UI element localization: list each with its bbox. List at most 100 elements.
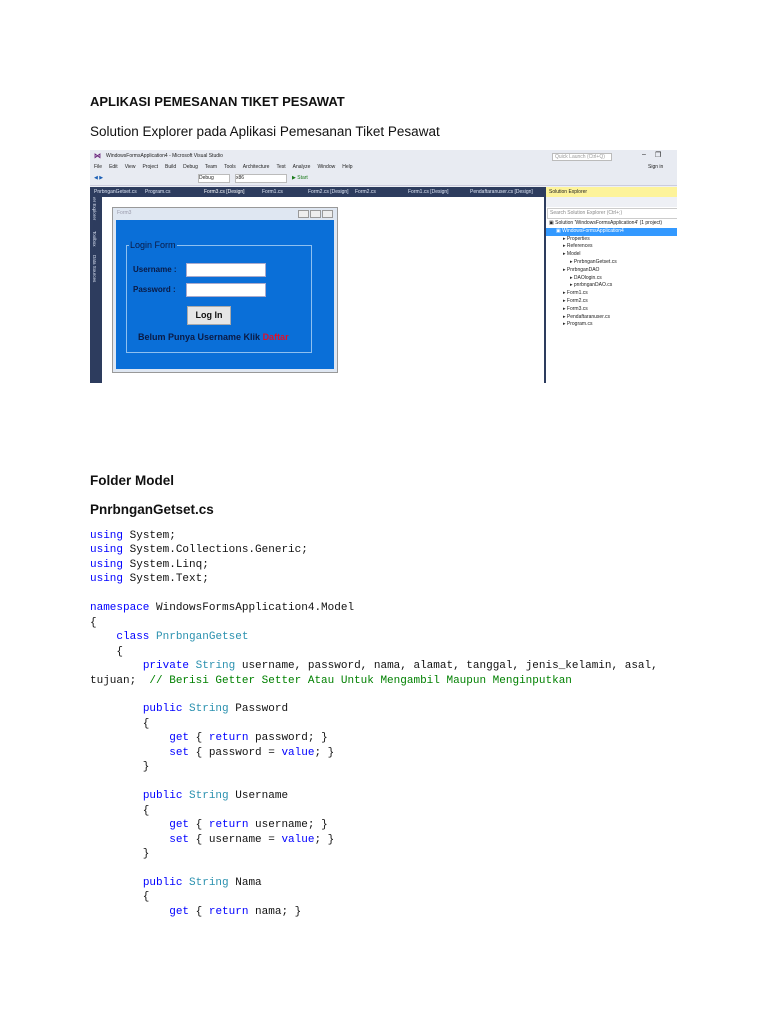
code-line: using System.Text; — [90, 572, 658, 586]
code-token: namespace — [90, 602, 150, 615]
document-tab[interactable]: Program.cs — [145, 189, 171, 195]
document-tab[interactable]: Form2.cs — [355, 189, 376, 195]
tree-item-label: PnrbnganGetset.cs — [573, 258, 617, 265]
code-line: get { return username; } — [90, 818, 658, 832]
code-token: String — [189, 876, 229, 889]
tree-item-label: Form2.cs — [566, 297, 588, 304]
tree-item[interactable]: ▸ Form1.cs — [546, 290, 677, 298]
code-token: Password — [228, 703, 289, 716]
menu-item[interactable]: Architecture — [243, 164, 270, 170]
tree-item[interactable]: ▸ Program.cs — [546, 321, 677, 329]
code-token: } — [90, 847, 150, 860]
sign-in-link[interactable]: Sign in — [648, 164, 663, 170]
code-token: using — [90, 530, 124, 542]
section-subtitle: Solution Explorer pada Aplikasi Pemesana… — [90, 124, 440, 139]
password-input[interactable] — [186, 283, 266, 297]
start-button[interactable]: ▶ Start — [292, 175, 308, 181]
solution-search-input[interactable]: Search Solution Explorer (Ctrl+;) — [547, 208, 677, 219]
code-token: String — [189, 790, 229, 803]
menu-item[interactable]: Project — [142, 164, 158, 170]
code-token: { — [90, 804, 150, 817]
config-select[interactable]: Debug — [198, 174, 230, 183]
document-tab[interactable]: Form3.cs [Design] — [204, 189, 245, 195]
tree-item-label: Form1.cs — [566, 290, 588, 297]
code-token: password; } — [248, 732, 328, 745]
platform-select[interactable]: x86 — [235, 174, 287, 183]
code-line: { — [90, 616, 658, 630]
code-token: using — [90, 544, 124, 557]
username-input[interactable] — [186, 263, 266, 277]
code-token: class — [116, 631, 150, 644]
tree-item[interactable]: ▸ Form3.cs — [546, 306, 677, 314]
tree-item[interactable]: ▸ pnrbnganDAO.cs — [546, 282, 677, 290]
document-tab[interactable]: Pendaftaranuser.cs [Design] — [470, 189, 533, 195]
tree-item[interactable]: ▸ Form2.cs — [546, 298, 677, 306]
minimize-icon[interactable]: – — [642, 151, 646, 158]
code-line: { — [90, 890, 658, 904]
document-tab[interactable]: Form1.cs [Design] — [408, 189, 449, 195]
quick-launch-input[interactable]: Quick Launch (Ctrl+Q) — [552, 153, 612, 161]
tree-item[interactable]: ▸ Pendaftaranuser.cs — [546, 314, 677, 322]
code-line: { — [90, 804, 658, 818]
menu-item[interactable]: Test — [276, 164, 285, 170]
toolbox-tab[interactable]: Toolbox — [92, 231, 97, 247]
menu-item[interactable]: File — [94, 164, 102, 170]
menu-item[interactable]: View — [125, 164, 136, 170]
tree-item[interactable]: ▸ Model — [546, 251, 677, 259]
tree-item[interactable]: ▸ Properties — [546, 236, 677, 244]
code-token: nama; } — [248, 905, 302, 918]
tree-item-label: References — [566, 243, 593, 250]
code-token: WindowsFormsApplication4.Model — [149, 602, 355, 615]
code-token: Nama — [228, 876, 262, 889]
menu-item[interactable]: Tools — [224, 164, 236, 170]
tree-item[interactable]: ▸ PnrbnganDAO — [546, 267, 677, 275]
code-token: set — [169, 833, 190, 846]
nav-back-icon[interactable]: ◀ ▶ — [94, 175, 103, 181]
register-link[interactable]: Daftar — [263, 332, 289, 342]
restore-icon[interactable]: ❐ — [655, 151, 661, 159]
form-title: Form3 — [117, 210, 132, 216]
document-tab[interactable]: Form1.cs — [262, 189, 283, 195]
code-line: class PnrbnganGetset — [90, 630, 658, 644]
code-line: private String username, password, nama,… — [90, 659, 658, 673]
section-heading: Folder Model — [90, 473, 174, 488]
window-title: WindowsFormsApplication4 - Microsoft Vis… — [106, 153, 223, 159]
data-sources-tab[interactable]: Data Sources — [92, 255, 97, 282]
login-button[interactable]: Log In — [187, 306, 231, 325]
menu-item[interactable]: Window — [317, 164, 335, 170]
code-token: { — [189, 732, 209, 745]
document-tab[interactable]: PnrbnganGetset.cs — [94, 189, 137, 195]
code-token: String — [189, 703, 229, 716]
tree-item[interactable]: ▣ Solution 'WindowsFormsApplication4' (1… — [546, 220, 677, 228]
menu-item[interactable]: Help — [342, 164, 352, 170]
code-token: Username — [228, 790, 289, 803]
document-tab[interactable]: Form2.cs [Design] — [308, 189, 349, 195]
document-tabs: PnrbnganGetset.cs Program.cs Form3.cs [Des… — [90, 187, 544, 197]
tree-item[interactable]: ▸ References — [546, 243, 677, 251]
menu-item[interactable]: Debug — [183, 164, 198, 170]
solution-explorer: Solution Explorer Search Solution Explor… — [544, 187, 677, 383]
code-line: public String Password — [90, 702, 658, 716]
register-prompt: Belum Punya Username Klik — [138, 332, 261, 342]
code-token: return — [208, 905, 249, 918]
tree-item[interactable]: ▸ PnrbnganGetset.cs — [546, 259, 677, 267]
tree-item-label: Program.cs — [566, 321, 593, 328]
menu-item[interactable]: Build — [165, 164, 176, 170]
code-token: System; — [123, 530, 176, 542]
menu-item[interactable]: Edit — [109, 164, 118, 170]
menu-item[interactable]: Analyze — [293, 164, 311, 170]
tree-item[interactable]: ▸ DAOlogin.cs — [546, 275, 677, 283]
form-body: Login Form Username : Password : Log In … — [116, 220, 334, 369]
code-line: { — [90, 717, 658, 731]
menu-item[interactable]: Team — [205, 164, 217, 170]
code-line: tujuan; // Berisi Getter Setter Atau Unt… — [90, 674, 658, 688]
tree-item-label: Form3.cs — [566, 305, 588, 312]
code-line: public String Username — [90, 789, 658, 803]
tree-item[interactable]: ▣ WindowsFormsApplication4 — [546, 227, 677, 236]
code-line: get { return password; } — [90, 731, 658, 745]
